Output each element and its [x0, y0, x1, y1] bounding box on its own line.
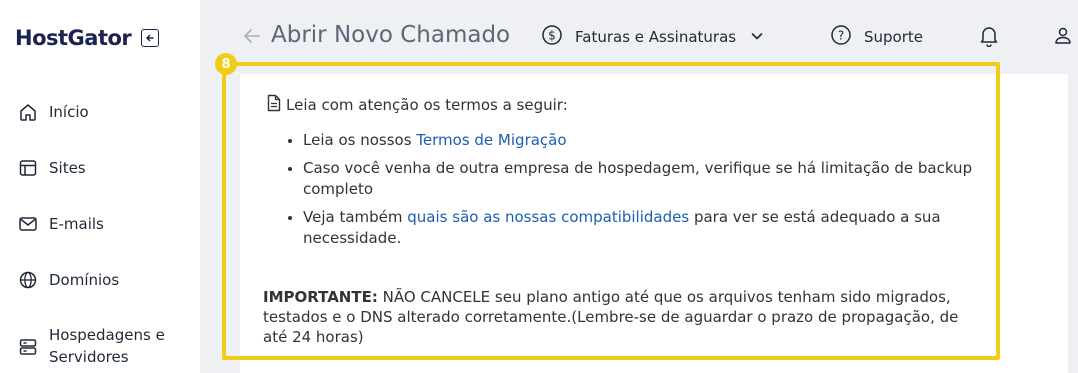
document-icon: [266, 94, 282, 116]
migration-terms-link[interactable]: Termos de Migração: [416, 131, 566, 149]
list-item: Caso você venha de outra empresa de hosp…: [286, 158, 986, 200]
sidebar-item-label: Hospedagens e Servidores: [49, 326, 165, 366]
sidebar-item-dominios[interactable]: Domínios: [17, 269, 119, 291]
sidebar: HostGator Início Sites E-mails Domínios …: [0, 0, 200, 373]
collapse-sidebar-icon[interactable]: [141, 29, 160, 47]
list-item-text: Veja também: [303, 208, 408, 226]
window-icon: [17, 157, 39, 179]
back-arrow-icon[interactable]: [240, 24, 264, 48]
sidebar-item-label: Sites: [49, 159, 86, 177]
compatibilities-link[interactable]: quais são as nossas compatibilidades: [407, 208, 689, 226]
logo: HostGator: [15, 26, 160, 50]
svg-text:$: $: [548, 29, 556, 43]
server-icon: [17, 336, 39, 358]
important-notice: IMPORTANTE: NÃO CANCELE seu plano antigo…: [263, 287, 963, 347]
sidebar-item-label: Domínios: [49, 271, 120, 289]
page-title: Abrir Novo Chamado: [271, 22, 511, 48]
billing-label: Faturas e Assinaturas: [575, 28, 737, 46]
support-button[interactable]: ? Suporte: [830, 24, 923, 50]
list-item: Veja também quais são as nossas compatib…: [286, 207, 986, 249]
list-item: Leia os nossos Termos de Migração: [286, 130, 986, 151]
sidebar-item-inicio[interactable]: Início: [17, 101, 89, 123]
sidebar-item-label: E-mails: [49, 215, 104, 233]
list-item-text: Caso você venha de outra empresa de hosp…: [303, 159, 973, 198]
sidebar-item-hospedagens[interactable]: Hospedagens e Servidores: [17, 324, 189, 368]
step-badge: 8: [215, 53, 237, 75]
user-icon[interactable]: [1053, 25, 1073, 51]
terms-list: Leia os nossos Termos de Migração Caso v…: [286, 130, 986, 256]
dollar-circle-icon: $: [541, 24, 563, 50]
list-item-text: Leia os nossos: [303, 131, 417, 149]
important-label: IMPORTANTE:: [263, 288, 378, 306]
help-circle-icon: ?: [830, 24, 852, 50]
chevron-down-icon: [750, 28, 764, 47]
bell-icon[interactable]: [979, 25, 999, 51]
logo-text: HostGator: [15, 26, 132, 50]
sidebar-item-emails[interactable]: E-mails: [17, 213, 104, 235]
svg-text:?: ?: [838, 29, 844, 43]
home-icon: [17, 101, 39, 123]
sidebar-item-sites[interactable]: Sites: [17, 157, 86, 179]
support-label: Suporte: [864, 28, 924, 46]
terms-heading-text: Leia com atenção os termos a seguir:: [286, 96, 568, 114]
globe-icon: [17, 269, 39, 291]
right-strip: [1068, 74, 1078, 373]
sidebar-item-label: Início: [49, 103, 89, 121]
billing-menu-button[interactable]: $ Faturas e Assinaturas: [541, 24, 764, 50]
mail-icon: [17, 213, 39, 235]
terms-heading: Leia com atenção os termos a seguir:: [266, 94, 568, 116]
